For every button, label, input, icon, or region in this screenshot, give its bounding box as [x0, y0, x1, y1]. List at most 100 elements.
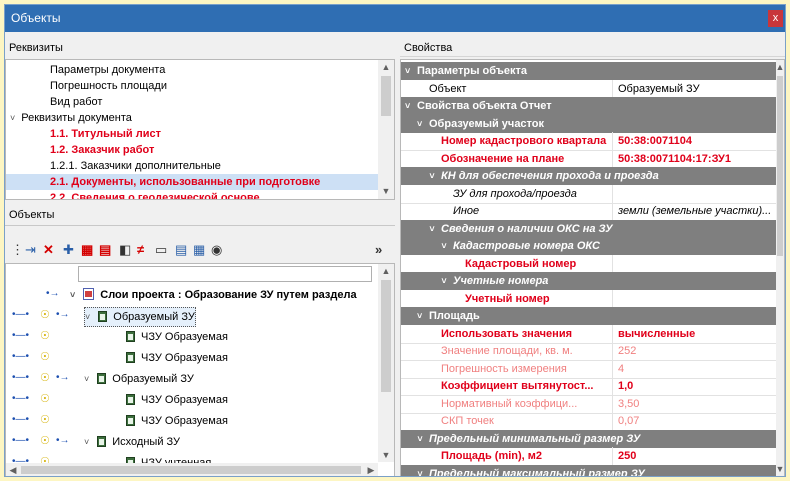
property-value[interactable]: 50:38:0071104:17:ЗУ1 — [614, 150, 779, 168]
property-category[interactable]: ˅ Свойства объекта Отчет — [401, 97, 779, 115]
delete-icon[interactable]: ✕ — [43, 241, 54, 259]
property-row[interactable]: Значение площади, кв. м. 252 — [401, 342, 779, 361]
table-insert-icon[interactable]: ▤ — [99, 241, 111, 259]
tree-item[interactable]: ЧЗУ Образуемая — [126, 328, 228, 346]
property-category[interactable]: ˅ Предельный минимальный размер ЗУ — [401, 429, 779, 448]
chevron-down-icon[interactable]: ˅ — [429, 220, 434, 238]
clear-icon[interactable]: ≠ — [137, 241, 144, 259]
property-category[interactable]: ˅ Кадастровые номера ОКС — [401, 237, 779, 255]
tree-item[interactable]: ˅ Образуемый ЗУ — [84, 307, 196, 327]
requisites-item[interactable]: Вид работ — [50, 94, 102, 110]
chevron-down-icon[interactable]: ˅ — [417, 465, 422, 477]
property-category[interactable]: ˅ Площадь — [401, 307, 779, 325]
chevron-down-icon[interactable]: ˅ — [417, 430, 422, 448]
objects-hscrollbar[interactable]: ◀ ▶ — [6, 463, 378, 476]
scroll-up-arrow-icon[interactable]: ▲ — [773, 60, 784, 74]
chevron-down-icon[interactable]: ˅ — [429, 167, 434, 185]
link-icon[interactable]: •—• — [12, 349, 29, 365]
requisites-item[interactable]: ˅ Реквизиты документа — [10, 110, 132, 126]
property-row[interactable]: Обозначение на плане 50:38:0071104:17:ЗУ1 — [401, 149, 779, 169]
property-row[interactable]: Площадь (min), м2 250 — [401, 447, 779, 466]
property-value[interactable]: 1,0 — [614, 377, 779, 395]
property-category[interactable]: ˅ Предельный максимальный размер ЗУ — [401, 464, 779, 477]
visibility-bulb-icon[interactable]: ☉ — [40, 391, 50, 407]
tree-item[interactable]: ЧЗУ Образуемая — [126, 349, 228, 367]
scroll-thumb[interactable] — [777, 76, 783, 256]
property-value[interactable] — [614, 290, 779, 308]
requisites-item[interactable]: Погрешность площади — [50, 78, 167, 94]
property-row[interactable]: Учетный номер — [401, 289, 779, 309]
property-row[interactable]: Нормативный коэффици... 3,50 — [401, 394, 779, 414]
property-row[interactable]: Номер кадастрового квартала 50:38:0071104 — [401, 132, 779, 151]
chevron-down-icon[interactable]: ˅ — [70, 290, 75, 300]
requisites-item[interactable]: Параметры документа — [50, 62, 165, 78]
property-value[interactable] — [614, 185, 779, 203]
scroll-right-arrow-icon[interactable]: ▶ — [364, 463, 378, 476]
scroll-up-arrow-icon[interactable]: ▲ — [379, 60, 393, 74]
property-row[interactable]: Погрешность измерения 4 — [401, 359, 779, 379]
chevron-down-icon[interactable]: ˅ — [441, 272, 446, 290]
tree-item[interactable]: ЧЗУ Образуемая — [126, 412, 228, 430]
visibility-bulb-icon[interactable]: ☉ — [40, 307, 50, 323]
property-row[interactable]: СКП точек 0,07 — [401, 412, 779, 431]
property-value[interactable]: земли (земельные участки)... — [614, 202, 779, 220]
tree-root-item[interactable]: ˅ Слои проекта : Образование ЗУ путем раз… — [70, 286, 357, 304]
tree-item[interactable]: ЧЗУ Образуемая — [126, 391, 228, 409]
chevron-down-icon[interactable]: ˅ — [417, 307, 422, 325]
requisites-scrollbar[interactable]: ▲ ▼ — [378, 60, 394, 199]
visibility-bulb-icon[interactable]: ☉ — [40, 412, 50, 428]
property-category[interactable]: ˅ Параметры объекта — [401, 62, 779, 80]
close-button[interactable]: x — [768, 10, 783, 27]
property-value[interactable]: 3,50 — [614, 395, 779, 413]
chevron-down-icon[interactable]: ˅ — [84, 437, 89, 447]
properties-grid[interactable]: ˅ Параметры объекта Объект Образуемый ЗУ ˅ Св… — [400, 59, 785, 477]
property-value[interactable]: 4 — [614, 360, 779, 378]
visibility-bulb-icon[interactable]: ☉ — [40, 433, 50, 449]
chevron-down-icon[interactable]: ˅ — [417, 115, 422, 133]
copy-icon[interactable]: ▭ — [155, 241, 167, 259]
properties-scrollbar[interactable]: ▲ ▼ — [773, 60, 784, 476]
property-value[interactable]: вычисленные — [614, 325, 779, 343]
tree-filter-input[interactable] — [78, 266, 372, 282]
scroll-down-arrow-icon[interactable]: ▼ — [773, 462, 784, 476]
tree-collapse-icon[interactable]: ⇥ — [25, 241, 36, 259]
select-icon[interactable]: ◧ — [119, 241, 131, 259]
link-icon[interactable]: •—• — [12, 433, 29, 449]
scroll-thumb[interactable] — [381, 76, 391, 116]
link-icon[interactable]: •—• — [12, 307, 29, 323]
requisites-item[interactable]: 1.2. Заказчик работ — [50, 142, 154, 158]
requisites-tree[interactable]: Параметры документа Погрешность площади Ви… — [5, 59, 395, 200]
grid-icon[interactable]: ▦ — [193, 241, 205, 259]
requisites-item[interactable]: 1.2.1. Заказчики дополнительные — [50, 158, 221, 174]
visibility-bulb-icon[interactable]: ☉ — [40, 370, 50, 386]
binoculars-icon[interactable]: ◉ — [211, 241, 222, 259]
property-row[interactable]: Использовать значения вычисленные — [401, 324, 779, 344]
visibility-bulb-icon[interactable]: ☉ — [40, 328, 50, 344]
property-category[interactable]: ˅ Учетные номера — [401, 272, 779, 290]
objects-vscrollbar[interactable]: ▲ ▼ — [378, 264, 394, 462]
chevron-down-icon[interactable]: ˅ — [85, 312, 90, 322]
property-value[interactable]: 252 — [614, 342, 779, 360]
chevron-down-icon[interactable]: ˅ — [84, 374, 89, 384]
chevron-down-icon[interactable]: ˅ — [10, 113, 15, 123]
requisites-item[interactable]: 1.1. Титульный лист — [50, 126, 161, 142]
objects-tree[interactable]: ˅ Слои проекта : Образование ЗУ путем раз… — [5, 263, 395, 476]
property-row[interactable]: Коэффициент вытянутост... 1,0 — [401, 377, 779, 396]
scroll-down-arrow-icon[interactable]: ▼ — [379, 448, 393, 462]
property-value[interactable]: 0,07 — [614, 412, 779, 430]
toolbar-more-button[interactable]: » — [375, 241, 382, 259]
requisites-item[interactable]: 2.2. Сведения о геодезической основе — [50, 190, 260, 199]
chevron-down-icon[interactable]: ˅ — [405, 97, 410, 115]
tree-item[interactable]: ˅ Исходный ЗУ — [84, 433, 180, 451]
property-value[interactable]: 50:38:0071104 — [614, 132, 779, 150]
property-category[interactable]: ˅ Сведения о наличии ОКС на ЗУ — [401, 219, 779, 238]
visibility-bulb-icon[interactable]: ☉ — [40, 349, 50, 365]
chevron-down-icon[interactable]: ˅ — [441, 237, 446, 255]
tree-expand-icon[interactable]: ⋮ — [11, 241, 24, 259]
title-bar[interactable]: Объекты x — [5, 5, 785, 32]
link-icon[interactable]: •—• — [12, 328, 29, 344]
table-red-icon[interactable]: ▦ — [81, 241, 93, 259]
chevron-down-icon[interactable]: ˅ — [405, 62, 410, 80]
tree-item[interactable]: ˅ Образуемый ЗУ — [84, 370, 194, 388]
scroll-up-arrow-icon[interactable]: ▲ — [379, 264, 393, 278]
